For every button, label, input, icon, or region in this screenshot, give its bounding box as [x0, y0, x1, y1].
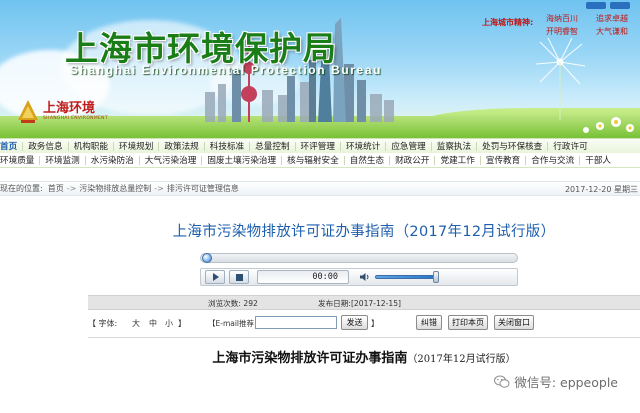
breadcrumb-link[interactable]: 污染物排放总量控制: [79, 183, 151, 194]
site-banner: 上海市环境保护局 Shanghai Environmental Protecti…: [0, 0, 640, 138]
nav-item[interactable]: 宣传教育: [481, 154, 525, 166]
time-text: 00:00: [312, 272, 338, 282]
nav-item[interactable]: 环境质量: [0, 154, 39, 166]
font-size-medium[interactable]: 中: [149, 318, 157, 329]
site-title-en: Shanghai Environmental Protection Bureau: [70, 63, 383, 77]
nav-item[interactable]: 大气污染治理: [140, 154, 202, 166]
nav-item[interactable]: 财政公开: [390, 154, 434, 166]
nav-item[interactable]: 应急管理: [386, 140, 430, 152]
wechat-watermark: 微信号: eppeople: [494, 372, 618, 391]
font-size-small[interactable]: 小: [165, 318, 173, 329]
breadcrumb-arrow-icon: ->: [154, 184, 164, 193]
breadcrumb-arrow-icon: ->: [66, 184, 77, 193]
player-controls: 00:00: [200, 268, 518, 286]
logo-text-cn: 上海环境: [43, 101, 96, 116]
email-recommend-label: 【E-mail推荐: [208, 319, 255, 328]
nav-item[interactable]: 政策法规: [159, 140, 203, 152]
nav-item[interactable]: 环境规划: [114, 140, 158, 152]
stop-icon[interactable]: [229, 270, 249, 284]
send-button[interactable]: 发送: [341, 315, 368, 330]
logo-text-en: SHANGHAI ENVIRONMENT: [43, 116, 108, 121]
top-link[interactable]: [610, 2, 630, 9]
publish-date-label: 发布日期:: [318, 299, 351, 308]
article-toolbar: 【 字体: 大 中 小 】 【E-mail推荐 发送 】 纠错 打印本页 关闭窗…: [88, 315, 640, 331]
nav-item[interactable]: 干部人: [580, 154, 616, 166]
document-title: 上海市污染物排放许可证办事指南: [212, 351, 408, 366]
nav-item[interactable]: 自然生态: [345, 154, 389, 166]
top-link[interactable]: [586, 2, 606, 9]
print-button[interactable]: 打印本页: [448, 315, 488, 330]
watermark-text: 微信号: eppeople: [514, 375, 618, 390]
divider: [88, 337, 640, 338]
view-count-value: 292: [243, 299, 258, 308]
top-links: [586, 2, 630, 9]
breadcrumb: 现在的位置: 首页 -> 污染物排放总量控制 -> 排污许可证管理信息 2017…: [0, 181, 640, 196]
publish-date: 发布日期:[2017-12-15]: [318, 298, 401, 309]
seek-knob[interactable]: [202, 253, 212, 263]
report-error-button[interactable]: 纠错: [416, 315, 442, 330]
city-spirit-item: 大气谦和: [596, 27, 628, 36]
primary-nav: 首页 政务信息 机构职能 环境规划 政策法规 科技标准 总量控制 环评管理 环境…: [0, 138, 640, 153]
view-count: 浏览次数: 292: [208, 298, 258, 309]
current-date: 2017-12-20 星期三: [564, 185, 638, 194]
breadcrumb-link-home[interactable]: 首页: [48, 183, 64, 194]
nav-item[interactable]: 处罚与环保核查: [477, 140, 547, 152]
seek-track[interactable]: [200, 253, 518, 263]
nav-item[interactable]: 合作与交流: [526, 154, 579, 166]
font-size-large[interactable]: 大: [132, 318, 140, 329]
nav-item[interactable]: 政务信息: [23, 140, 67, 152]
document-subtitle: （2017年12月试行版）: [407, 354, 516, 365]
nav-item-home[interactable]: 首页: [0, 140, 22, 152]
font-size-label: 【 字体:: [88, 319, 118, 328]
breadcrumb-link[interactable]: 排污许可证管理信息: [167, 183, 239, 194]
nav-item[interactable]: 总量控制: [250, 140, 294, 152]
volume-knob[interactable]: [433, 271, 439, 283]
nav-item[interactable]: 核与辐射安全: [282, 154, 344, 166]
nav-item[interactable]: 环评管理: [296, 140, 340, 152]
nav-item[interactable]: 环境监测: [40, 154, 84, 166]
secondary-nav: 环境质量 环境监测 水污染防治 大气污染治理 固废土壤污染治理 核与辐射安全 自…: [0, 153, 640, 168]
nav-item[interactable]: 水污染防治: [86, 154, 139, 166]
font-size-bracket: 】: [178, 319, 186, 328]
city-spirit-item: 海纳百川: [546, 14, 578, 23]
document-heading: 上海市污染物排放许可证办事指南（2017年12月试行版）: [88, 347, 640, 366]
publish-date-value: [2017-12-15]: [350, 299, 401, 308]
audio-player: 00:00: [200, 250, 518, 287]
nav-item[interactable]: 党建工作: [435, 154, 479, 166]
city-spirit-item: 开明睿智: [546, 27, 578, 36]
view-count-label: 浏览次数:: [208, 299, 241, 308]
close-window-button[interactable]: 关闭窗口: [494, 315, 534, 330]
wechat-icon: [494, 375, 510, 388]
article-stats-bar: 浏览次数: 292 发布日期:[2017-12-15]: [88, 295, 640, 310]
shanghai-environment-logo-icon: [18, 100, 38, 123]
city-spirit-list: 海纳百川 追求卓越 开明睿智 大气谦和: [546, 13, 640, 37]
time-display: 00:00: [257, 270, 349, 284]
site-logo[interactable]: 上海环境 SHANGHAI ENVIRONMENT: [16, 98, 108, 124]
email-bracket: 】: [371, 319, 379, 328]
nav-item[interactable]: 行政许可: [548, 140, 592, 152]
breadcrumb-prefix: 现在的位置:: [0, 184, 43, 193]
volume-icon[interactable]: [359, 272, 371, 282]
city-spirit-label: 上海城市精神:: [482, 18, 534, 27]
nav-item[interactable]: 科技标准: [205, 140, 249, 152]
volume-slider[interactable]: [375, 275, 437, 279]
nav-item[interactable]: 环境统计: [341, 140, 385, 152]
city-spirit-item: 追求卓越: [596, 14, 628, 23]
nav-item[interactable]: 固废土壤污染治理: [202, 154, 281, 166]
play-icon[interactable]: [205, 270, 225, 284]
nav-item[interactable]: 机构职能: [69, 140, 113, 152]
email-input[interactable]: [255, 316, 337, 329]
nav-item[interactable]: 监察执法: [432, 140, 476, 152]
article-title: 上海市污染物排放许可证办事指南（2017年12月试行版）: [172, 224, 556, 240]
